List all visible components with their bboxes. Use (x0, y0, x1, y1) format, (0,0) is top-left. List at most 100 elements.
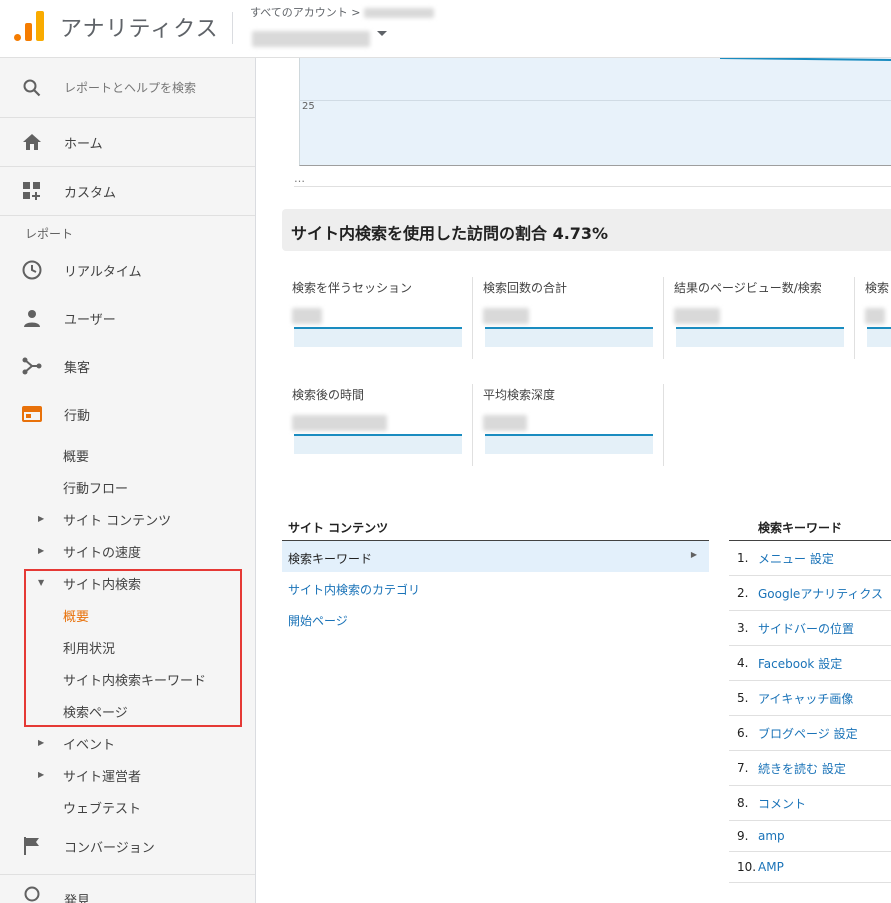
sidebar-item-label: ホーム (64, 136, 103, 152)
expand-arrow-icon[interactable]: ▶ (38, 770, 44, 779)
site-content-item-selected[interactable]: 検索キーワード ▶ (282, 541, 709, 572)
sidebar-item-search-terms[interactable]: サイト内検索キーワード (63, 670, 206, 689)
sidebar-item-behavior[interactable]: 行動 (0, 390, 255, 438)
chart-gridline (299, 100, 891, 101)
analytics-logo-icon[interactable] (14, 11, 44, 41)
metric-card[interactable]: 検索後の時間 (282, 382, 472, 464)
sidebar-item-site-speed[interactable]: サイトの速度 (63, 542, 141, 561)
keyword-link[interactable]: AMP (758, 860, 784, 874)
expand-arrow-icon[interactable]: ▶ (38, 738, 44, 747)
reports-section-label: レポート (25, 227, 74, 241)
sidebar-item-behavior-flow[interactable]: 行動フロー (63, 478, 128, 497)
sidebar-item-users[interactable]: ユーザー (0, 294, 255, 342)
metric-card[interactable]: 検索を伴うセッション (282, 275, 472, 357)
redacted-metric-value (865, 305, 885, 324)
sidebar-item-home[interactable]: ホーム (0, 118, 255, 166)
sidebar-item-behavior-overview[interactable]: 概要 (63, 446, 89, 465)
metric-sparkline (867, 327, 891, 347)
app-header: アナリティクス すべてのアカウント > (0, 0, 891, 58)
sidebar-item-label: 発見 (64, 894, 91, 903)
keyword-link[interactable]: メニュー 設定 (758, 550, 834, 567)
redacted-view-name (252, 30, 370, 47)
keyword-rank: 1. (737, 551, 749, 565)
keyword-rank: 7. (737, 761, 749, 775)
sidebar-item-label: リアルタイム (64, 264, 142, 280)
sidebar-item-conversions[interactable]: コンバージョン (0, 822, 255, 870)
dashboard-add-icon (22, 181, 42, 201)
sidebar-item-usage[interactable]: 利用状況 (63, 638, 115, 657)
divider (0, 874, 255, 875)
sidebar-item-realtime[interactable]: リアルタイム (0, 246, 255, 294)
keyword-link[interactable]: Googleアナリティクス (758, 585, 883, 602)
keyword-rank: 8. (737, 796, 749, 810)
keyword-rank: 2. (737, 586, 749, 600)
sidebar-item-site-search[interactable]: サイト内検索 (63, 574, 141, 593)
lightbulb-icon (22, 886, 42, 903)
metric-card[interactable]: 結果のページビュー数/検索 (664, 275, 854, 357)
trend-chart (299, 58, 891, 166)
app-title: アナリティクス (60, 17, 219, 42)
chart-more-indicator[interactable]: … (294, 172, 305, 185)
expand-arrow-icon[interactable]: ▶ (38, 546, 44, 555)
sidebar-item-custom[interactable]: カスタム (0, 167, 255, 215)
person-icon (22, 308, 42, 328)
metric-sparkline (294, 327, 462, 347)
keyword-link[interactable]: ブログページ 設定 (758, 725, 858, 742)
metric-sparkline (485, 327, 653, 347)
divider (663, 384, 664, 466)
collapse-arrow-icon[interactable]: ▼ (38, 578, 44, 587)
sidebar-item-search-pages[interactable]: 検索ページ (63, 702, 128, 721)
keywords-heading: 検索キーワード (758, 521, 843, 535)
sidebar-item-label: コンバージョン (64, 840, 155, 856)
sidebar-item-experiments[interactable]: ウェブテスト (63, 798, 141, 817)
keyword-row: 9. amp (729, 821, 891, 852)
redacted-metric-value (292, 412, 387, 431)
chart-tick-label: 25 (302, 101, 315, 112)
redacted-metric-value (292, 305, 322, 324)
site-content-link[interactable]: サイト内検索のカテゴリ (288, 581, 420, 598)
divider (294, 186, 891, 187)
site-content-link[interactable]: 開始ページ (288, 612, 348, 629)
metric-card[interactable]: 検索回数の合計 (473, 275, 663, 357)
sidebar-item-label: 行動 (64, 408, 91, 424)
keyword-row: 4. Facebook 設定 (729, 646, 891, 681)
sidebar-item-label: ユーザー (64, 312, 116, 328)
account-breadcrumb-label: すべてのアカウント > (250, 6, 361, 19)
sidebar-item-events[interactable]: イベント (63, 734, 115, 753)
sidebar-item-acquisition[interactable]: 集客 (0, 342, 255, 390)
metric-sparkline (294, 434, 462, 454)
sidebar-item-site-content[interactable]: サイト コンテンツ (63, 510, 171, 529)
keyword-link[interactable]: Facebook 設定 (758, 655, 842, 672)
keyword-rank: 10. (737, 860, 757, 874)
metric-label: 検索回数の合計 (483, 281, 568, 295)
keyword-rank: 6. (737, 726, 749, 740)
keyword-row: 10. AMP (729, 852, 891, 883)
sidebar-item-publisher[interactable]: サイト運営者 (63, 766, 141, 785)
account-breadcrumb[interactable]: すべてのアカウント > (250, 4, 435, 20)
merge-icon (22, 356, 42, 376)
metric-sparkline (676, 327, 844, 347)
expand-arrow-icon[interactable]: ▶ (38, 514, 44, 523)
site-content-heading: サイト コンテンツ (288, 521, 389, 535)
metric-card[interactable]: 平均検索深度 (473, 382, 663, 464)
sidebar-item-label: 集客 (64, 360, 91, 376)
redacted-metric-value (483, 412, 527, 431)
chevron-right-icon: ▶ (690, 550, 697, 559)
home-icon (22, 132, 42, 152)
keyword-rank: 4. (737, 656, 749, 670)
keyword-row: 6. ブログページ 設定 (729, 716, 891, 751)
keyword-link[interactable]: amp (758, 829, 785, 843)
keyword-link[interactable]: 続きを読む 設定 (758, 760, 846, 777)
account-selector[interactable] (252, 28, 370, 47)
keyword-link[interactable]: サイドバーの位置 (758, 620, 854, 637)
sidebar-item-discover[interactable]: 発見 (0, 880, 255, 903)
account-dropdown-icon[interactable] (377, 31, 387, 36)
keyword-link[interactable]: アイキャッチ画像 (758, 690, 853, 707)
site-search-ratio-banner: サイト内検索を使用した訪問の割合 4.73% (282, 209, 891, 251)
sidebar-item-site-search-overview[interactable]: 概要 (63, 606, 89, 625)
metric-label: 検索を伴うセッション (292, 281, 413, 295)
sidebar-search[interactable]: レポートとヘルプを検索 (0, 58, 255, 117)
metric-card[interactable]: 検索 (855, 275, 891, 357)
clock-icon (22, 260, 42, 280)
keyword-link[interactable]: コメント (758, 795, 806, 812)
